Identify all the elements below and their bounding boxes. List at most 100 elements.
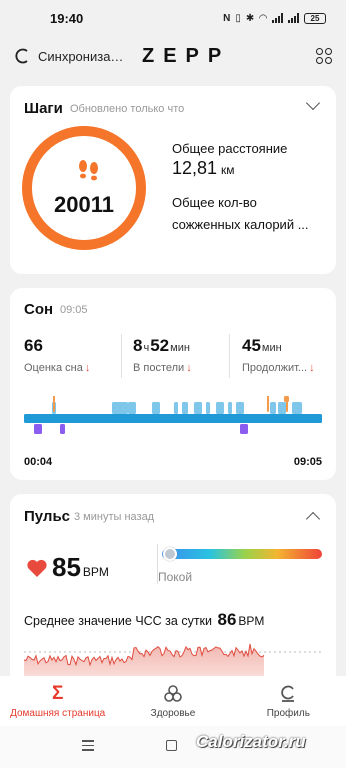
in-bed-minutes: 52 xyxy=(150,336,170,355)
heart-rate-zone-label: Покой xyxy=(158,570,193,584)
steps-card[interactable]: Шаги Обновлено только что 20011 Общее ра… xyxy=(10,86,336,274)
nav-home-label: Домашняя страница xyxy=(10,707,106,719)
sleep-card[interactable]: Сон 09:05 66 Оценка сна ↓ 8ч52мин В посте… xyxy=(10,288,336,480)
sleep-awake-segment xyxy=(53,396,55,412)
nav-health[interactable]: Здоровье xyxy=(115,676,230,726)
daily-average-label: Среднее значение ЧСС за сутки xyxy=(24,614,213,628)
health-icon xyxy=(163,684,183,704)
in-bed-label: В постели xyxy=(133,362,185,374)
pulse-card[interactable]: Пульс 3 минуты назад 85 BPM Покой Среднее… xyxy=(10,494,336,688)
sleep-light-segment xyxy=(24,414,322,423)
sleep-score-value: 66 xyxy=(24,336,43,355)
pulse-updated: 3 минуты назад xyxy=(74,511,155,523)
sleep-rem-segment xyxy=(240,424,248,434)
arrow-down-icon: ↓ xyxy=(84,362,91,374)
nav-profile-label: Профиль xyxy=(266,707,310,719)
signal-icon-2 xyxy=(288,13,299,23)
apps-grid-icon[interactable] xyxy=(316,48,332,64)
sleep-deep-segment xyxy=(278,402,286,414)
in-bed-hours-unit: ч xyxy=(143,342,150,354)
duration-unit: мин xyxy=(261,342,282,354)
sigma-home-icon: Σ xyxy=(51,682,64,704)
status-time: 19:40 xyxy=(50,10,84,26)
arrow-down-icon: ↓ xyxy=(309,362,315,374)
sleep-rem-segment xyxy=(60,424,65,434)
duration-metric: 45мин Продолжит... ↓ xyxy=(242,336,330,374)
nav-health-label: Здоровье xyxy=(150,707,196,719)
sync-status-label: Синхронизация... xyxy=(38,48,130,64)
zepp-logo: ZEPP xyxy=(142,44,231,67)
in-bed-minutes-unit: мин xyxy=(170,342,190,354)
distance-unit: км xyxy=(221,163,235,177)
arrow-down-icon: ↓ xyxy=(186,362,192,374)
steps-updated: Обновлено только что xyxy=(70,103,185,115)
calories-label-line2: сожженных калорий ... xyxy=(172,217,309,232)
sleep-deep-segment xyxy=(128,402,136,414)
sync-icon[interactable] xyxy=(14,47,32,65)
heart-icon xyxy=(27,559,47,577)
sleep-end-time: 09:05 xyxy=(293,456,322,468)
signal-icon xyxy=(272,13,283,23)
footprints-icon xyxy=(79,160,98,181)
nfc-icon: N xyxy=(223,12,231,24)
heart-rate-zone-bar xyxy=(162,549,322,559)
chevron-up-icon[interactable] xyxy=(305,511,321,527)
distance-value: 12,81 xyxy=(172,158,218,178)
distance-value-group: 12,81 км xyxy=(172,158,235,179)
watermark-text: Calorizator.ru xyxy=(196,732,306,751)
sleep-awake-segment xyxy=(267,396,269,412)
sleep-time: 09:05 xyxy=(60,304,88,316)
sleep-deep-segment xyxy=(152,402,160,414)
bottom-navigation: Σ Домашняя страница Здоровье Профиль xyxy=(0,676,346,726)
vibrate-icon: ▯ xyxy=(235,12,241,24)
battery-icon: 25 xyxy=(304,12,326,24)
wifi-icon: ◠ xyxy=(259,12,267,24)
sleep-deep-segment xyxy=(270,402,276,414)
sleep-deep-segment xyxy=(112,402,128,414)
calories-label-line1: Общее кол-во xyxy=(172,195,257,210)
sleep-score-metric: 66 Оценка сна ↓ xyxy=(24,336,132,374)
distance-label: Общее расстояние xyxy=(172,141,288,156)
sleep-deep-segment xyxy=(236,402,244,414)
status-icons: N ▯ ✱ ◠ 25 xyxy=(223,12,326,24)
sleep-deep-segment xyxy=(206,402,210,414)
heart-rate-zone-indicator xyxy=(163,547,177,561)
daily-average-value: 86 xyxy=(217,610,237,629)
bluetooth-icon: ✱ xyxy=(245,12,255,24)
in-bed-hours: 8 xyxy=(133,336,143,355)
divider xyxy=(229,334,230,378)
sleep-deep-segment xyxy=(216,402,224,414)
sleep-deep-segment xyxy=(182,402,188,414)
chevron-down-icon[interactable] xyxy=(305,95,321,111)
sleep-awake-segment xyxy=(284,396,289,402)
daily-average-line: Среднее значение ЧСС за сутки 86 BPM xyxy=(24,610,264,630)
sleep-deep-segment xyxy=(174,402,178,414)
system-navigation-bar: Calorizator.ru xyxy=(0,726,346,768)
steps-value: 20011 xyxy=(54,192,114,217)
recent-apps-icon[interactable] xyxy=(82,740,94,754)
home-button-icon[interactable] xyxy=(166,740,177,751)
sleep-deep-segment xyxy=(292,402,302,414)
sleep-stages-chart[interactable] xyxy=(24,396,322,446)
sleep-deep-segment xyxy=(194,402,202,414)
divider xyxy=(121,334,122,378)
duration-value: 45 xyxy=(242,336,261,355)
daily-average-unit: BPM xyxy=(238,614,265,628)
duration-label: Продолжит... xyxy=(242,362,308,374)
in-bed-metric: 8ч52мин В постели ↓ xyxy=(133,336,241,374)
app-bar: Синхронизация... ZEPP xyxy=(0,38,346,74)
status-bar: 19:40 N ▯ ✱ ◠ 25 xyxy=(0,0,346,36)
heart-rate-group: 85 BPM xyxy=(52,552,109,583)
profile-icon xyxy=(278,684,298,704)
sleep-title: Сон xyxy=(24,301,54,318)
heart-rate-value: 85 xyxy=(52,552,81,582)
nav-home[interactable]: Σ Домашняя страница xyxy=(0,676,115,726)
sleep-deep-segment xyxy=(228,402,232,414)
sleep-start-time: 00:04 xyxy=(24,456,53,468)
steps-title: Шаги xyxy=(24,100,63,117)
heart-rate-unit: BPM xyxy=(82,565,109,579)
sleep-rem-segment xyxy=(34,424,42,434)
nav-profile[interactable]: Профиль xyxy=(231,676,346,726)
sleep-score-label: Оценка сна xyxy=(24,362,83,374)
steps-ring: 20011 xyxy=(22,126,146,250)
